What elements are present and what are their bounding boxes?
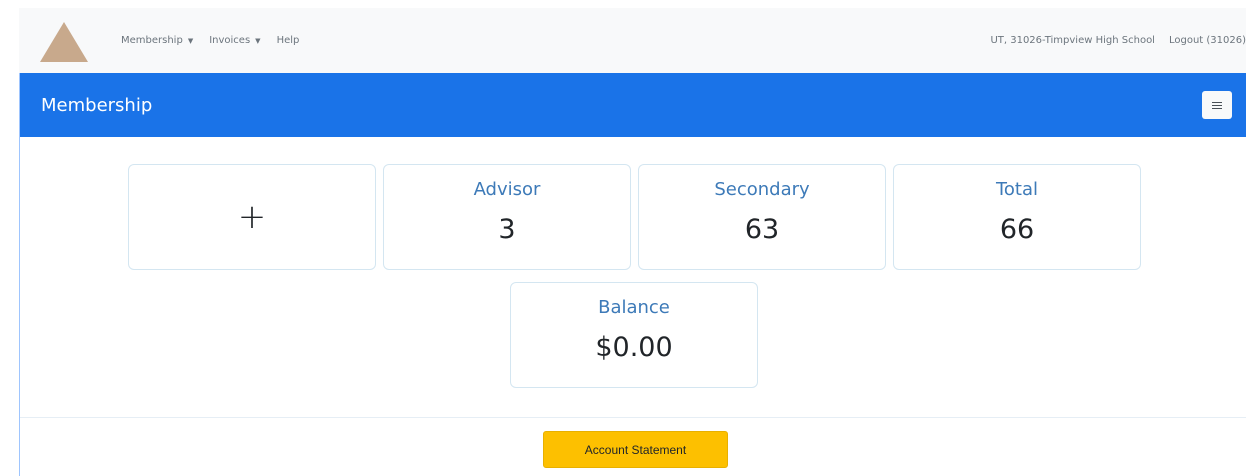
balance-tile[interactable]: Balance $0.00	[510, 282, 758, 388]
advisor-tile[interactable]: Advisor 3	[383, 164, 631, 270]
menu-toggle-button[interactable]	[1202, 91, 1232, 119]
balance-amount: $0.00	[595, 332, 673, 363]
card-title: Membership	[41, 94, 153, 116]
secondary-tile[interactable]: Secondary 63	[638, 164, 886, 270]
organization-label: UT, 31026-Timpview High School	[990, 35, 1155, 46]
nav-help-label: Help	[276, 35, 300, 46]
membership-card: Membership + Advisor 3 Secondary 63 Tota…	[19, 73, 1246, 476]
nav-help-link[interactable]: Help	[277, 35, 300, 46]
total-count: 66	[999, 214, 1035, 245]
secondary-count: 63	[744, 214, 780, 245]
main-menu: Membership ▼ Invoices ▼ Help	[121, 8, 299, 73]
total-tile[interactable]: Total 66	[893, 164, 1141, 270]
nav-invoices-label: Invoices	[209, 35, 251, 46]
section-divider	[20, 417, 1246, 418]
nav-membership-menu[interactable]: Membership ▼	[121, 35, 193, 46]
top-navbar: Membership ▼ Invoices ▼ Help UT, 31026-T…	[19, 8, 1246, 73]
total-label: Total	[995, 179, 1039, 200]
list-icon	[1212, 101, 1222, 109]
nav-membership-label: Membership	[121, 35, 183, 46]
card-header: Membership	[20, 73, 1246, 137]
triangle-logo[interactable]	[40, 22, 88, 62]
account-statement-button[interactable]: Account Statement	[543, 431, 728, 468]
logout-link[interactable]: Logout (31026)	[1169, 35, 1246, 46]
secondary-label: Secondary	[714, 179, 810, 200]
balance-label: Balance	[598, 297, 670, 318]
advisor-count: 3	[498, 214, 516, 245]
advisor-label: Advisor	[473, 179, 541, 200]
caret-down-icon: ▼	[255, 36, 261, 45]
caret-down-icon: ▼	[187, 36, 194, 45]
plus-icon: +	[237, 197, 267, 237]
nav-invoices-menu[interactable]: Invoices ▼	[209, 35, 260, 46]
add-member-tile[interactable]: +	[128, 164, 376, 270]
user-area: UT, 31026-Timpview High School Logout (3…	[990, 8, 1246, 73]
